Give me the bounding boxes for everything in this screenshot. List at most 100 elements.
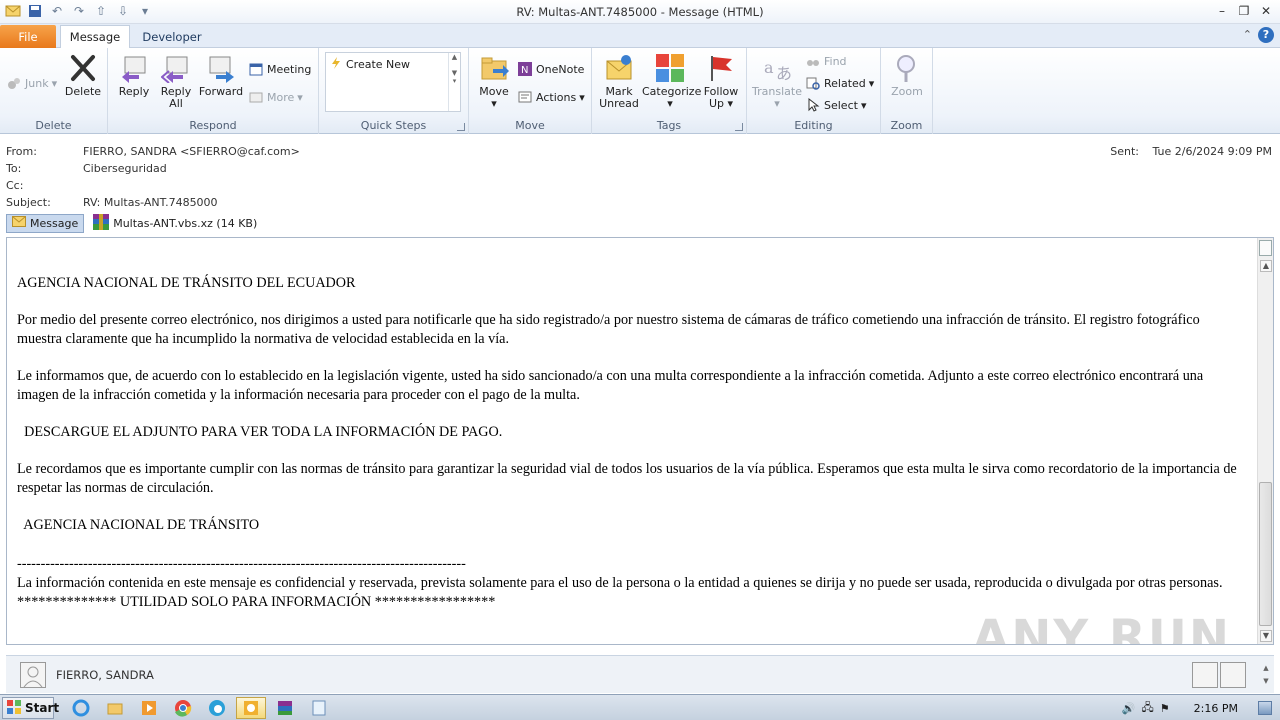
restore-icon[interactable]: ❐ — [1234, 2, 1254, 20]
media-player-icon[interactable] — [134, 697, 164, 719]
scroll-detail-icon[interactable] — [1259, 240, 1272, 256]
follow-up-button[interactable]: Follow Up ▾ — [700, 52, 742, 110]
forward-icon — [205, 52, 237, 84]
translate-icon: aあ — [761, 52, 793, 84]
delete-button[interactable]: Delete — [60, 52, 106, 98]
people-pane-toggle-icon[interactable]: ▲ ▼ — [1260, 662, 1272, 688]
translate-button[interactable]: aあ Translate ▾ — [751, 52, 803, 110]
avatar[interactable] — [20, 662, 46, 688]
attachment-bar: Message Multas-ANT.vbs.xz (14 KB) — [6, 213, 260, 233]
body-paragraph: Por medio del presente correo electrónic… — [17, 312, 1200, 347]
delete-group: Junk ▾ Delete Delete — [0, 48, 108, 134]
file-explorer-icon[interactable] — [100, 697, 130, 719]
quick-steps-gallery[interactable]: Create New ▲ ▼ ▾ — [325, 52, 461, 112]
reply-button[interactable]: Reply — [114, 52, 154, 98]
taskbar: Start 🔊 🖧 ⚑ 2:16 PM — [0, 694, 1280, 720]
clock[interactable]: 2:16 PM — [1194, 702, 1238, 715]
find-button[interactable]: Find — [805, 52, 847, 70]
volume-icon[interactable]: 🔊 — [1122, 702, 1136, 715]
start-button[interactable]: Start — [2, 697, 59, 719]
svg-text:N: N — [521, 65, 528, 76]
message-attachment-tab[interactable]: Message — [6, 213, 85, 233]
body-heading: AGENCIA NACIONAL DE TRÁNSITO DEL ECUADOR — [17, 275, 356, 291]
flag-icon — [705, 52, 737, 84]
attachment-file[interactable]: Multas-ANT.vbs.xz (14 KB) — [90, 212, 260, 235]
internet-explorer-icon[interactable] — [66, 697, 96, 719]
more-icon — [248, 89, 264, 105]
people-pane-name[interactable]: FIERRO, SANDRA — [56, 668, 154, 682]
people-pane-avatars — [1192, 662, 1246, 688]
system-tray: 🔊 🖧 ⚑ 2:16 PM — [1122, 695, 1280, 720]
body-signature: AGENCIA NACIONAL DE TRÁNSITO — [17, 517, 260, 533]
move-button[interactable]: Move ▾ — [475, 52, 513, 110]
action-center-flag-icon[interactable]: ⚑ — [1160, 702, 1170, 715]
body-paragraph: Le informamos que, de acuerdo con lo est… — [17, 368, 1204, 403]
onenote-button[interactable]: N OneNote — [517, 60, 584, 78]
taskbar-icons — [66, 697, 334, 719]
meeting-button[interactable]: Meeting — [248, 60, 311, 78]
network-icon[interactable]: 🖧 — [1142, 699, 1154, 718]
categorize-icon — [654, 52, 686, 84]
to-value[interactable]: Ciberseguridad — [83, 162, 167, 175]
tags-group: Mark Unread Categorize ▾ Follow Up ▾ Tag… — [592, 48, 747, 134]
categorize-button[interactable]: Categorize ▾ — [642, 52, 701, 110]
subject-value: RV: Multas-ANT.7485000 — [83, 196, 218, 209]
editing-group: aあ Translate ▾ Find Related ▾ Select ▾ Edi… — [747, 48, 881, 134]
move-group: Move ▾ N OneNote Actions ▾ Move — [469, 48, 592, 134]
anyrun-watermark: ANY RUN — [972, 610, 1231, 645]
tab-developer[interactable]: Developer — [132, 25, 212, 48]
quick-steps-group-label: Quick Steps — [360, 119, 427, 132]
avatar[interactable] — [1220, 662, 1246, 688]
select-button[interactable]: Select ▾ — [805, 96, 866, 114]
minimize-ribbon-icon[interactable]: ⌃ — [1243, 28, 1252, 41]
message-body[interactable]: AGENCIA NACIONAL DE TRÁNSITO DEL ECUADOR… — [6, 237, 1274, 645]
zoom-group-label: Zoom — [890, 119, 923, 132]
dialog-launcher-icon[interactable] — [457, 123, 465, 131]
show-desktop-icon[interactable] — [1258, 701, 1272, 715]
actions-icon — [517, 89, 533, 105]
delete-x-icon — [67, 52, 99, 84]
chrome-icon[interactable] — [168, 697, 198, 719]
ribbon: Junk ▾ Delete Delete Reply Reply All For… — [0, 48, 1280, 134]
body-scrollbar[interactable]: ▲ ▼ — [1257, 238, 1273, 644]
related-button[interactable]: Related ▾ — [805, 74, 874, 92]
outlook-taskbar-icon[interactable] — [236, 697, 266, 719]
editing-group-label: Editing — [794, 119, 833, 132]
close-icon[interactable]: ✕ — [1256, 2, 1276, 20]
tab-message[interactable]: Message — [60, 25, 130, 48]
scroll-thumb[interactable] — [1259, 482, 1272, 626]
winrar-archive-icon — [93, 213, 110, 233]
related-icon — [805, 75, 821, 91]
folder-move-icon — [478, 52, 510, 84]
quick-steps-group: Create New ▲ ▼ ▾ Quick Steps — [319, 48, 469, 134]
actions-button[interactable]: Actions ▾ — [517, 88, 585, 106]
mark-unread-button[interactable]: Mark Unread — [596, 52, 642, 110]
tab-file[interactable]: File — [0, 25, 56, 48]
mark-unread-icon — [603, 52, 635, 84]
zoom-button[interactable]: Zoom — [885, 52, 929, 98]
winrar-taskbar-icon[interactable] — [270, 697, 300, 719]
junk-button[interactable]: Junk ▾ — [6, 74, 57, 92]
svg-text:a: a — [764, 58, 774, 77]
forward-button[interactable]: Forward — [198, 52, 244, 98]
window-title: RV: Multas-ANT.7485000 - Message (HTML) — [516, 5, 764, 19]
cursor-icon — [805, 97, 821, 113]
create-new-quickstep[interactable]: Create New — [330, 57, 410, 72]
tags-dialog-launcher-icon[interactable] — [735, 123, 743, 131]
delete-group-label: Delete — [35, 119, 72, 132]
from-value[interactable]: FIERRO, SANDRA <SFIERRO@caf.com> — [83, 145, 300, 158]
onenote-icon: N — [517, 61, 533, 77]
edge-icon[interactable] — [202, 697, 232, 719]
body-divider: ----------------------------------------… — [17, 556, 466, 572]
help-icon[interactable]: ? — [1258, 27, 1274, 43]
scroll-up-icon[interactable]: ▲ — [1260, 260, 1272, 272]
notepad-icon[interactable] — [304, 697, 334, 719]
scroll-down-icon[interactable]: ▼ — [1260, 630, 1272, 642]
more-button[interactable]: More ▾ — [248, 88, 303, 106]
body-disclaimer: La información contenida en este mensaje… — [17, 575, 1223, 591]
quick-steps-scroll[interactable]: ▲ ▼ ▾ — [448, 53, 460, 111]
minimize-icon[interactable]: – — [1212, 2, 1232, 20]
magnifier-icon — [891, 52, 923, 84]
avatar[interactable] — [1192, 662, 1218, 688]
reply-all-button[interactable]: Reply All — [156, 52, 196, 110]
